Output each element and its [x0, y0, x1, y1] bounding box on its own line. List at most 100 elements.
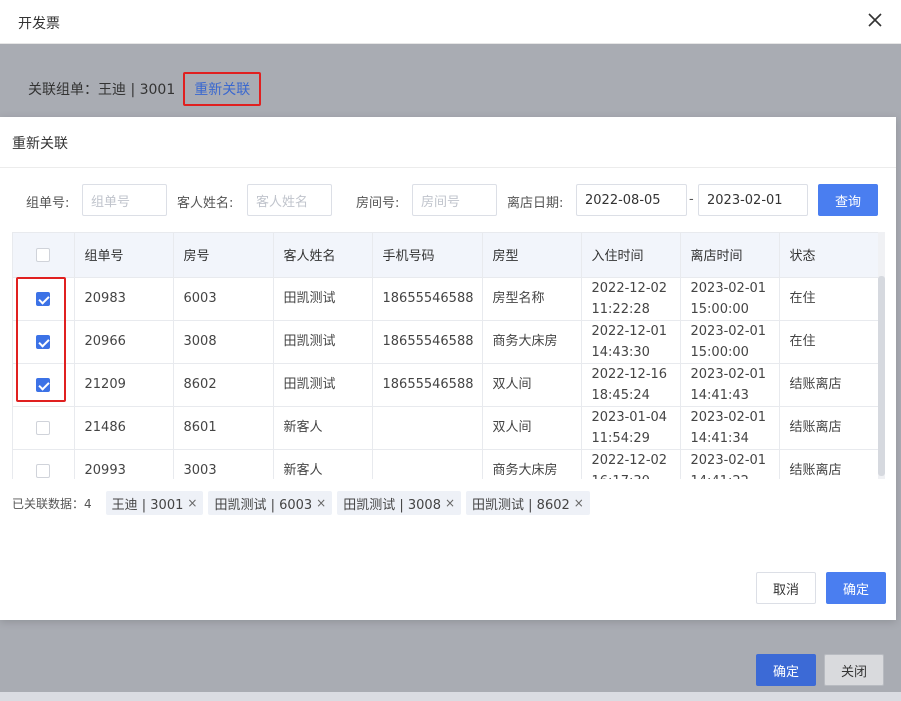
ok-button[interactable]: 确定: [826, 572, 886, 604]
relink-link[interactable]: 重新关联: [183, 72, 262, 106]
table-row[interactable]: 209933003新客人 商务大床房2022-12-02 16:17:302023…: [13, 449, 880, 479]
cell-phone: 18655546588: [372, 363, 483, 407]
row-checkbox[interactable]: [36, 334, 51, 349]
cell-status: 在住: [779, 277, 880, 321]
cell-checkin: 2022-12-16 18:45:24: [581, 363, 681, 407]
row-checkbox[interactable]: [36, 463, 51, 478]
cell-type: 双人间: [482, 363, 582, 407]
modal-divider: [0, 167, 896, 168]
remove-tag-icon[interactable]: ×: [187, 496, 197, 510]
table-row[interactable]: 21486 8601 新客人 双人间 2023-01-04 11:54:29 2023-0…: [13, 406, 880, 450]
cell-order: 20966: [74, 320, 174, 364]
cell-type: 商务大床房: [482, 449, 582, 479]
cell-order: 21486: [74, 406, 174, 450]
cell-guest: 田凯测试: [273, 363, 373, 407]
linked-tag: 田凯测试 | 6003 ×: [208, 491, 333, 515]
room-no-input[interactable]: 房间号: [412, 184, 497, 216]
cell-status: 在住: [779, 320, 880, 364]
linked-data-row: 已关联数据：4 王迪 | 3001 × 田凯测试 | 6003 × 田凯测试 | 3…: [12, 491, 595, 515]
outer-dialog-header: 开发票: [0, 0, 901, 44]
scrollbar-thumb[interactable]: [878, 276, 885, 476]
cell-room: 8601: [173, 406, 274, 450]
table-row[interactable]: 20966 3008 田凯测试 18655546588 商务大床房 2022-12-01 …: [13, 320, 880, 364]
table-scrollbar[interactable]: [878, 232, 885, 479]
table-row[interactable]: 20983 6003 田凯测试 18655546588 房型名称 2022-12-02 1…: [13, 277, 880, 321]
tag-label: 田凯测试 | 3008: [343, 497, 441, 513]
column-header: 组单号: [74, 233, 174, 278]
close-icon[interactable]: [865, 10, 885, 30]
column-header: 离店时间: [680, 233, 780, 278]
orders-table: 组单号 房号 客人姓名 手机号码 房型 入住时间 离店时间 状态 20983 60…: [12, 232, 885, 479]
remove-tag-icon[interactable]: ×: [316, 496, 326, 510]
order-no-input[interactable]: 组单号: [82, 184, 167, 216]
cell-guest: 田凯测试: [273, 320, 373, 364]
outer-bottom-strip: [0, 692, 901, 701]
filter-bar: 组单号: 组单号 客人姓名: 客人姓名 房间号: 房间号 离店日期: 2022-…: [0, 184, 896, 216]
cell-guest: 新客人: [273, 449, 373, 479]
cell-checkout: 2023-02-01 15:00:00: [680, 320, 780, 364]
linked-order-info: 关联组单：王迪 | 3001 重新关联: [28, 72, 262, 106]
cell-type: 双人间: [482, 406, 582, 450]
cell-phone: 18655546588: [372, 277, 483, 321]
row-checkbox[interactable]: [36, 291, 51, 306]
row-checkbox[interactable]: [36, 420, 51, 435]
cell-status: 结账离店: [779, 363, 880, 407]
row-checkbox-cell[interactable]: [13, 320, 75, 364]
remove-tag-icon[interactable]: ×: [574, 496, 584, 510]
order-no-label: 组单号:: [26, 196, 70, 211]
cell-status: 结账离店: [779, 449, 880, 479]
outer-confirm-button[interactable]: 确定: [756, 654, 816, 686]
date-separator: -: [689, 192, 694, 207]
linked-order-label: 关联组单：王迪 | 3001: [28, 82, 176, 98]
row-checkbox-cell[interactable]: [13, 277, 75, 321]
cell-room: 6003: [173, 277, 274, 321]
row-checkbox-cell[interactable]: [13, 406, 75, 450]
date-from-input[interactable]: 2022-08-05: [576, 184, 687, 216]
cell-checkout: 2023-02-01 15:00:00: [680, 277, 780, 321]
column-header: 状态: [779, 233, 880, 278]
outer-dialog-title: 开发票: [18, 16, 60, 32]
cell-checkout: 2023-02-01 14:41:22: [680, 449, 780, 479]
cell-guest: 新客人: [273, 406, 373, 450]
cell-type: 商务大床房: [482, 320, 582, 364]
table-row[interactable]: 21209 8602 田凯测试 18655546588 双人间 2022-12-16 18…: [13, 363, 880, 407]
cancel-button[interactable]: 取消: [756, 572, 816, 604]
row-checkbox-cell[interactable]: [13, 363, 75, 407]
outer-close-button[interactable]: 关闭: [824, 654, 884, 686]
linked-count-label: 已关联数据：4: [12, 496, 92, 511]
date-to-input[interactable]: 2023-02-01: [698, 184, 808, 216]
cell-phone: [372, 406, 483, 450]
query-button[interactable]: 查询: [818, 184, 878, 216]
row-checkbox-cell[interactable]: [13, 449, 75, 479]
select-all-checkbox[interactable]: [36, 247, 51, 262]
cell-phone: 18655546588: [372, 320, 483, 364]
cell-checkin: 2022-12-01 14:43:30: [581, 320, 681, 364]
cell-room: 3003: [173, 449, 274, 479]
cell-checkout: 2023-02-01 14:41:43: [680, 363, 780, 407]
table-header: 组单号 房号 客人姓名 手机号码 房型 入住时间 离店时间 状态: [13, 233, 880, 278]
column-header: 房号: [173, 233, 274, 278]
column-header: 客人姓名: [273, 233, 373, 278]
cell-checkin: 2022-12-02 11:22:28: [581, 277, 681, 321]
cell-checkin: 2023-01-04 11:54:29: [581, 406, 681, 450]
cell-order: 20993: [74, 449, 174, 479]
cell-status: 结账离店: [779, 406, 880, 450]
cell-type: 房型名称: [482, 277, 582, 321]
linked-tag: 田凯测试 | 3008 ×: [337, 491, 462, 515]
column-header: 入住时间: [581, 233, 681, 278]
guest-name-label: 客人姓名:: [177, 196, 234, 211]
linked-tag: 田凯测试 | 8602 ×: [466, 491, 590, 515]
cell-room: 8602: [173, 363, 274, 407]
cell-order: 21209: [74, 363, 174, 407]
tag-label: 王迪 | 3001: [111, 497, 184, 513]
modal-title: 重新关联: [12, 136, 68, 152]
cell-guest: 田凯测试: [273, 277, 373, 321]
room-no-label: 房间号:: [356, 196, 400, 211]
row-checkbox[interactable]: [36, 377, 51, 392]
remove-tag-icon[interactable]: ×: [445, 496, 455, 510]
column-header: 房型: [482, 233, 582, 278]
cell-order: 20983: [74, 277, 174, 321]
guest-name-input[interactable]: 客人姓名: [247, 184, 332, 216]
checkout-date-label: 离店日期:: [507, 196, 564, 211]
select-all-cell[interactable]: [13, 233, 75, 278]
